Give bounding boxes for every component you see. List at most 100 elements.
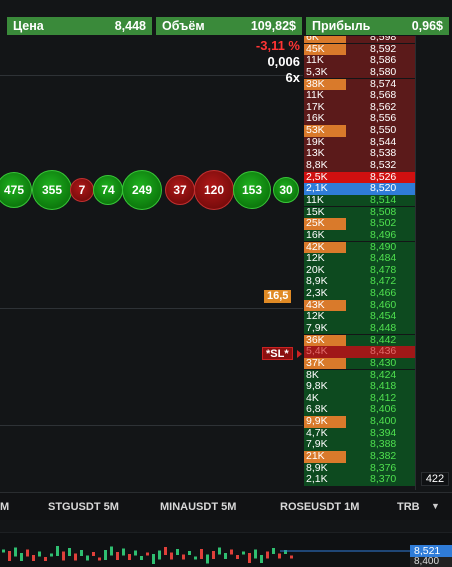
trade-bubble: 74 bbox=[93, 175, 123, 205]
mini-candle bbox=[224, 553, 227, 559]
order-book-volume: 9,8K bbox=[306, 380, 328, 393]
mini-candle bbox=[152, 554, 155, 564]
grid-line bbox=[0, 425, 303, 426]
mini-candle bbox=[92, 552, 95, 556]
mini-candle bbox=[272, 548, 275, 554]
order-book-price: 8,418 bbox=[370, 380, 397, 393]
order-book-row[interactable]: 5,3K 8,580 bbox=[304, 66, 415, 79]
stop-loss-marker[interactable]: *SL* bbox=[262, 347, 293, 360]
mini-candle bbox=[116, 552, 119, 560]
order-book-row[interactable]: 7,9K 8,448 bbox=[304, 322, 415, 335]
mini-candle bbox=[98, 557, 101, 561]
order-book-price: 8,502 bbox=[370, 217, 397, 230]
trade-bubble: 120 bbox=[194, 170, 234, 210]
order-book-price: 8,382 bbox=[370, 450, 397, 463]
stop-loss-arrow-icon bbox=[297, 350, 302, 358]
mini-candle bbox=[68, 548, 71, 556]
mini-candle bbox=[62, 551, 65, 561]
mini-candle bbox=[278, 553, 281, 559]
order-book[interactable]: 6K 8,598 45K 8,592 11K 8,586 5,3K 8,580 38K 8,574… bbox=[304, 36, 415, 490]
order-book-row[interactable]: 9,9K 8,400 bbox=[304, 415, 415, 428]
order-book-row[interactable]: 8,8K 8,532 bbox=[304, 159, 415, 172]
mini-candle bbox=[164, 547, 167, 555]
profit-header: Прибыль 0,96$ bbox=[306, 17, 449, 35]
order-book-row[interactable]: 11K 8,514 bbox=[304, 194, 415, 207]
chevron-down-icon[interactable]: ▼ bbox=[431, 501, 440, 511]
mini-candle bbox=[212, 551, 215, 559]
order-book-price: 8,466 bbox=[370, 287, 397, 300]
order-book-price: 8,532 bbox=[370, 159, 397, 172]
order-book-volume: 37K bbox=[304, 357, 346, 370]
mini-candle bbox=[158, 550, 161, 560]
mini-candle bbox=[122, 548, 125, 556]
order-book-volume: 5,3K bbox=[304, 66, 346, 79]
mini-candle bbox=[230, 549, 233, 555]
trade-bubble: 37 bbox=[165, 175, 195, 205]
mini-candle bbox=[194, 556, 197, 560]
order-book-price: 8,370 bbox=[370, 473, 397, 486]
order-book-row[interactable]: 9,8K 8,418 bbox=[304, 380, 415, 393]
order-book-row[interactable]: 11K 8,568 bbox=[304, 89, 415, 102]
order-book-row[interactable]: 37K 8,430 bbox=[304, 356, 415, 370]
trade-bubble: 7 bbox=[70, 178, 94, 202]
mini-candle bbox=[290, 555, 293, 559]
mini-candle bbox=[50, 553, 53, 557]
order-book-price: 8,496 bbox=[370, 228, 397, 241]
mini-candle bbox=[242, 551, 245, 555]
order-book-volume: 2,3K bbox=[306, 287, 328, 300]
volume-label: Объём bbox=[162, 19, 205, 33]
order-book-volume: 21K bbox=[304, 450, 346, 463]
order-book-row[interactable]: 11K 8,586 bbox=[304, 54, 415, 67]
mini-candle bbox=[20, 553, 23, 561]
mini-candle bbox=[38, 551, 41, 557]
order-book-row[interactable]: 25K 8,502 bbox=[304, 217, 415, 230]
order-book-row[interactable]: 53K 8,550 bbox=[304, 124, 415, 137]
mini-candle bbox=[260, 555, 263, 563]
symbol-tabs: M STGUSDT 5M MINAUSDT 5M ROSEUSDT 1M TRB… bbox=[0, 492, 452, 520]
tab-stgusdt[interactable]: STGUSDT 5M bbox=[48, 501, 119, 513]
order-book-volume: 11K bbox=[304, 89, 346, 102]
mini-candle bbox=[86, 555, 89, 561]
order-book-price: 8,484 bbox=[370, 252, 397, 265]
order-book-volume: 8,8K bbox=[304, 159, 346, 172]
mini-candle bbox=[200, 549, 203, 559]
price-delta: 0,006 bbox=[267, 54, 300, 69]
order-book-volume: 53K bbox=[304, 124, 346, 137]
order-book-row[interactable]: 16K 8,496 bbox=[304, 228, 415, 242]
mini-other-price: 8,400 bbox=[410, 557, 452, 567]
volume-header: Объём 109,82$ bbox=[156, 17, 302, 35]
mini-candle bbox=[254, 549, 257, 559]
mini-chart[interactable] bbox=[0, 532, 452, 567]
mini-candle bbox=[248, 553, 251, 563]
mini-candle bbox=[44, 557, 47, 561]
order-book-row[interactable]: 12K 8,484 bbox=[304, 252, 415, 265]
mini-candle bbox=[188, 551, 191, 555]
mini-candle bbox=[206, 554, 209, 564]
leverage-multiplier: 6x bbox=[285, 70, 300, 85]
order-book-row[interactable]: 5,4K 8,436 bbox=[304, 345, 415, 358]
grid-line bbox=[0, 75, 303, 76]
order-book-volume: 7,9K bbox=[306, 322, 328, 334]
mini-candle bbox=[146, 552, 149, 556]
order-book-price: 8,550 bbox=[370, 124, 397, 137]
mini-candle bbox=[236, 555, 239, 559]
order-book-row[interactable]: 2,3K 8,466 bbox=[304, 287, 415, 300]
order-book-price: 8,430 bbox=[370, 356, 397, 369]
tab-symbol-0[interactable]: M bbox=[0, 501, 9, 513]
level-marker[interactable]: 16,5 bbox=[264, 290, 292, 303]
tab-roseusdt[interactable]: ROSEUSDT 1M bbox=[280, 501, 359, 513]
tab-minausdt[interactable]: MINAUSDT 5M bbox=[160, 501, 236, 513]
order-book-price: 8,400 bbox=[370, 415, 397, 428]
order-book-price: 8,436 bbox=[370, 345, 397, 358]
mini-candle bbox=[80, 550, 83, 556]
order-book-row[interactable]: 2,1K 8,370 bbox=[304, 473, 415, 486]
trade-bubble: 475 bbox=[0, 172, 32, 208]
tab-trb[interactable]: TRB bbox=[397, 501, 420, 513]
volume-value: 109,82$ bbox=[250, 19, 296, 33]
mini-candle bbox=[266, 551, 269, 559]
order-book-volume: 9,9K bbox=[304, 415, 346, 428]
mini-candle bbox=[134, 550, 137, 556]
order-book-volume: 11K bbox=[304, 54, 346, 67]
order-book-price: 8,568 bbox=[370, 89, 397, 102]
order-book-row[interactable]: 21K 8,382 bbox=[304, 450, 415, 463]
